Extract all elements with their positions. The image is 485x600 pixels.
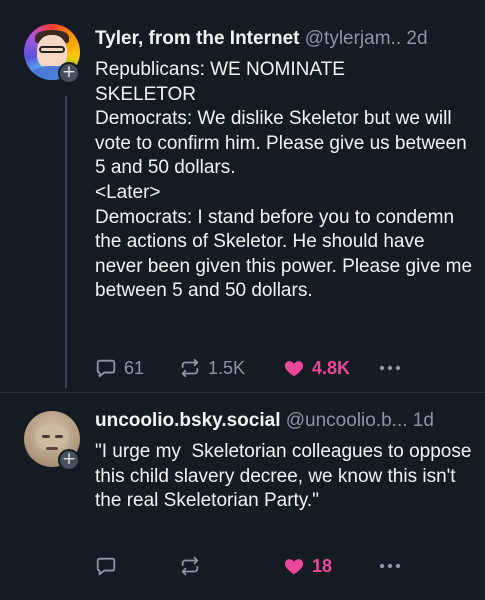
avatar-eye-left (42, 435, 50, 438)
repost-button[interactable]: 1.5K (179, 355, 245, 381)
ellipsis-icon (379, 365, 401, 371)
post-tyler[interactable]: + Tyler, from the Internet @tylerjam.. 2… (0, 0, 485, 393)
post-content: Tyler, from the Internet @tylerjam.. 2d … (95, 26, 475, 304)
avatar-mouth (46, 447, 58, 450)
post-actions: 18 (95, 553, 465, 579)
avatar-eye-right (55, 435, 63, 438)
speech-bubble-icon (96, 359, 116, 378)
avatar-container[interactable]: + (24, 411, 80, 471)
reply-button[interactable]: 61 (95, 355, 144, 381)
timestamp[interactable]: 1d (413, 410, 434, 431)
like-button[interactable]: 18 (283, 553, 332, 579)
reply-button[interactable] (95, 553, 124, 579)
more-options-button[interactable] (377, 355, 403, 381)
follow-plus-icon[interactable]: + (58, 62, 80, 84)
timestamp[interactable]: 2d (406, 28, 427, 49)
handle[interactable]: @tylerjam.. (305, 28, 401, 49)
more-options-button[interactable] (377, 553, 403, 579)
repost-button[interactable] (179, 553, 208, 579)
avatar-container[interactable]: + (24, 24, 80, 84)
reply-count: 61 (124, 357, 145, 378)
follow-plus-icon[interactable]: + (58, 449, 80, 471)
heart-icon (284, 361, 304, 377)
post-header: Tyler, from the Internet @tylerjam.. 2d (95, 26, 475, 52)
display-name[interactable]: uncoolio.bsky.social (95, 410, 280, 431)
avatar-glasses (39, 46, 65, 53)
display-name[interactable]: Tyler, from the Internet (95, 28, 299, 49)
post-body: "I urge my Skeletorian colleagues to opp… (95, 441, 477, 512)
post-content: uncoolio.bsky.social @uncoolio.b... 1d "… (95, 408, 475, 514)
post-header: uncoolio.bsky.social @uncoolio.b... 1d (95, 408, 475, 434)
handle[interactable]: @uncoolio.b... (286, 410, 408, 431)
repost-arrows-icon (181, 358, 199, 378)
like-button[interactable]: 4.8K (283, 355, 350, 381)
repost-arrows-icon (181, 556, 199, 576)
like-count: 18 (312, 555, 333, 576)
post-uncoolio[interactable]: + uncoolio.bsky.social @uncoolio.b... 1d… (0, 393, 485, 600)
speech-bubble-icon (96, 557, 116, 576)
post-body: Republicans: WE NOMINATE SKELETOR Democr… (95, 59, 473, 302)
heart-icon (284, 559, 304, 575)
post-actions: 61 1.5K 4.8K (95, 355, 465, 381)
like-count: 4.8K (312, 357, 351, 378)
ellipsis-icon (379, 563, 401, 569)
repost-count: 1.5K (208, 357, 246, 378)
